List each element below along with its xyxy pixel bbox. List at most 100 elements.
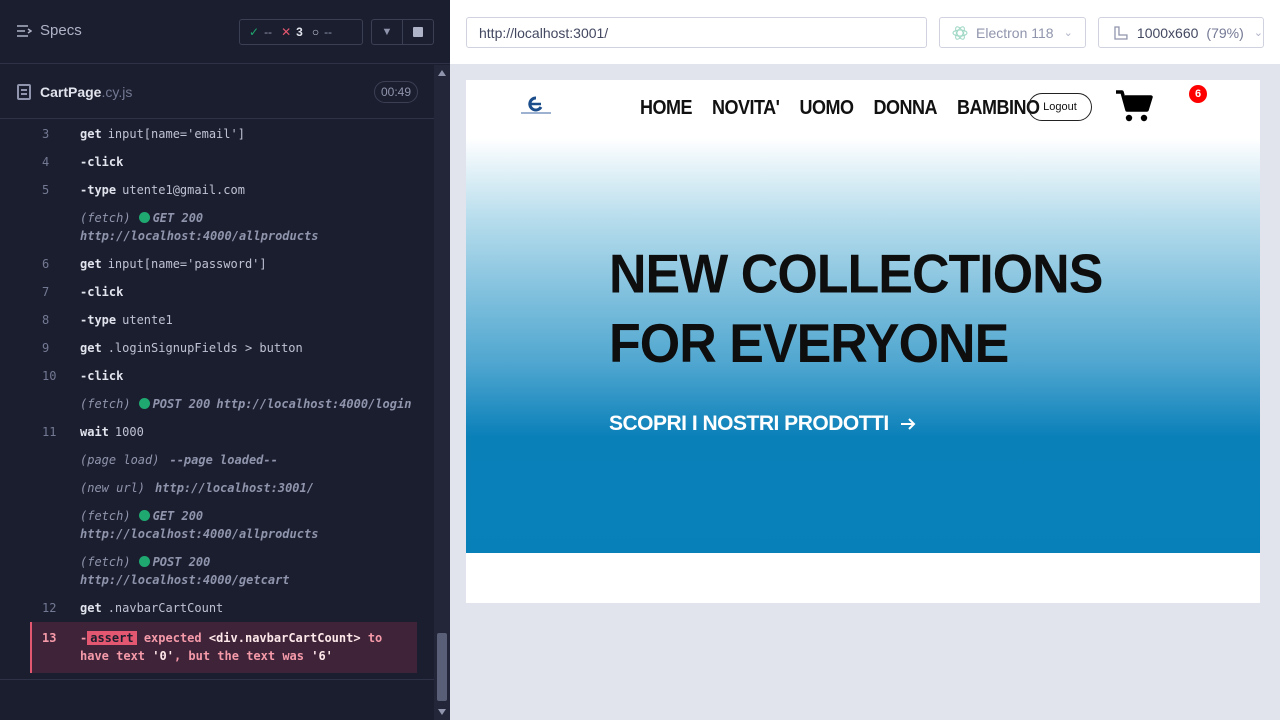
event-type: (page load) [80,453,160,467]
command-name: wait [80,425,109,439]
reporter-panel: Specs ✓ -- ✕ 3 ○ -- ▼ CartPage.cy.js 00:49 … [0,0,450,720]
reporter-header: Specs ✓ -- ✕ 3 ○ -- ▼ [0,0,450,64]
cart-count-badge: 6 [1189,85,1207,103]
command-row[interactable]: (fetch) POST 200 http://localhost:4000/get… [30,548,417,594]
command-number: 10 [42,369,57,383]
test-stats: ✓ -- ✕ 3 ○ -- [239,19,363,45]
specs-label: Specs [40,22,82,39]
request-url: http://localhost:4000/getcart [80,573,290,587]
command-name: -click [80,285,124,299]
hero-banner: NEW COLLECTIONS FOR EVERYONE SCOPRI I NO… [466,138,1260,553]
site-navbar: HOME NOVITA' UOMO DONNA BAMBINO Logout 6 [466,80,1260,138]
command-number: 9 [42,341,50,355]
ruler-icon [1114,25,1128,40]
spec-file-row[interactable]: CartPage.cy.js 00:49 [0,65,434,119]
command-number: 12 [42,601,57,615]
command-message: input[name='password'] [107,257,267,271]
status-dot-icon [138,398,150,409]
assert-actual-value: '6' [311,649,333,663]
command-name: -click [80,369,124,383]
command-row[interactable]: 10 -click [30,362,417,390]
scroll-up-icon[interactable] [438,70,446,76]
chevron-down-icon: ⌄ [1063,27,1073,39]
command-message: 1000 [114,425,144,439]
nav-item-novita[interactable]: NOVITA' [712,95,780,119]
stop-icon [413,27,423,37]
command-log-scrollbar[interactable] [434,65,450,720]
stop-button[interactable] [402,20,433,44]
command-row[interactable]: 8 -type utente1 [30,306,417,334]
url-text: http://localhost:3001/ [479,24,609,41]
command-message: utente1@gmail.com [122,183,245,197]
scroll-down-icon[interactable] [438,709,446,715]
browser-selector[interactable]: Electron 118 ⌄ [939,17,1086,48]
status-dot-icon [138,212,150,223]
event-message: http://localhost:3001/ [155,481,314,495]
cart-icon[interactable] [1115,89,1153,123]
command-row[interactable]: 3 get input[name='email'] [30,120,417,148]
expand-button[interactable]: ▼ [372,20,402,44]
zoom-level: (79%) [1206,24,1244,41]
command-number: 13 [42,631,57,645]
spec-ext: .cy.js [101,84,133,100]
pending-stat: ○ -- [312,25,332,39]
command-message: input[name='email'] [107,127,245,141]
request-status: GET 200 [152,509,204,523]
command-number: 11 [42,425,57,439]
logout-button[interactable]: Logout [1028,93,1092,121]
nav-item-uomo[interactable]: UOMO [799,95,854,119]
assert-label: assert [87,631,137,645]
command-row[interactable]: (fetch) POST 200 http://localhost:4000/log… [30,390,417,418]
run-controls: ▼ [371,19,434,45]
command-row[interactable]: (fetch) GET 200 http://localhost:4000/allp… [30,204,417,250]
request-status: POST 200 [152,555,211,569]
hero-cta-link[interactable]: SCOPRI I NOSTRI PRODOTTI [609,412,917,436]
command-message: utente1 [122,313,173,327]
viewport-info[interactable]: 1000x660 (79%) ⌄ [1098,17,1264,48]
command-row[interactable]: (page load) --page loaded-- [30,446,417,474]
pending-icon: ○ [311,25,320,39]
command-row[interactable]: 4 -click [30,148,417,176]
specs-toggle-button[interactable]: Specs [16,22,82,39]
divider [0,679,434,680]
command-number: 4 [42,155,50,169]
command-row[interactable]: (fetch) GET 200 http://localhost:4000/allp… [30,502,417,548]
pending-count: -- [324,25,333,39]
cypress-runner: Specs ✓ -- ✕ 3 ○ -- ▼ CartPage.cy.js 00:49 … [0,0,1280,720]
assert-subject: <div.navbarCartCount> [208,631,361,645]
passed-stat: ✓ -- [249,25,272,39]
url-bar[interactable]: http://localhost:3001/ [466,17,927,48]
status-dot-icon [138,510,150,521]
command-number: 6 [42,257,50,271]
command-row[interactable]: 5 -type utente1@gmail.com [30,176,417,204]
status-dot-icon [138,556,150,567]
request-status: GET 200 [152,211,204,225]
app-under-test: HOME NOVITA' UOMO DONNA BAMBINO Logout 6 NEW… [466,80,1260,603]
command-row[interactable]: 12 get .navbarCartCount [30,594,417,622]
request-status: POST 200 [152,397,211,411]
event-type: (new url) [80,481,146,495]
command-name: get [80,341,102,355]
failed-assertion-row[interactable]: 13- assert expected <div.navbarCartCount>… [30,622,417,673]
failed-stat: ✕ 3 [281,25,303,39]
arrow-right-icon [900,418,916,430]
command-row[interactable]: 7 -click [30,278,417,306]
command-row[interactable]: (new url) http://localhost:3001/ [30,474,417,502]
request-url: http://localhost:4000/allproducts [80,527,319,541]
request-url: http://localhost:4000/login [216,397,412,411]
command-name: get [80,257,102,271]
nav-item-home[interactable]: HOME [640,95,693,119]
failed-count: 3 [296,25,303,39]
site-logo[interactable] [519,95,553,117]
command-row[interactable]: 11 wait 1000 [30,418,417,446]
spec-file-name: CartPage.cy.js [40,84,132,100]
command-row[interactable]: 6 get input[name='password'] [30,250,417,278]
scroll-thumb[interactable] [437,633,447,701]
command-message: .loginSignupFields > button [107,341,303,355]
command-name: get [80,601,102,615]
spec-duration: 00:49 [374,81,419,103]
command-row[interactable]: 9 get .loginSignupFields > button [30,334,417,362]
nav-item-donna[interactable]: DONNA [873,95,937,119]
chevron-down-icon: ⌄ [1253,27,1263,39]
command-message: .navbarCartCount [107,601,224,615]
